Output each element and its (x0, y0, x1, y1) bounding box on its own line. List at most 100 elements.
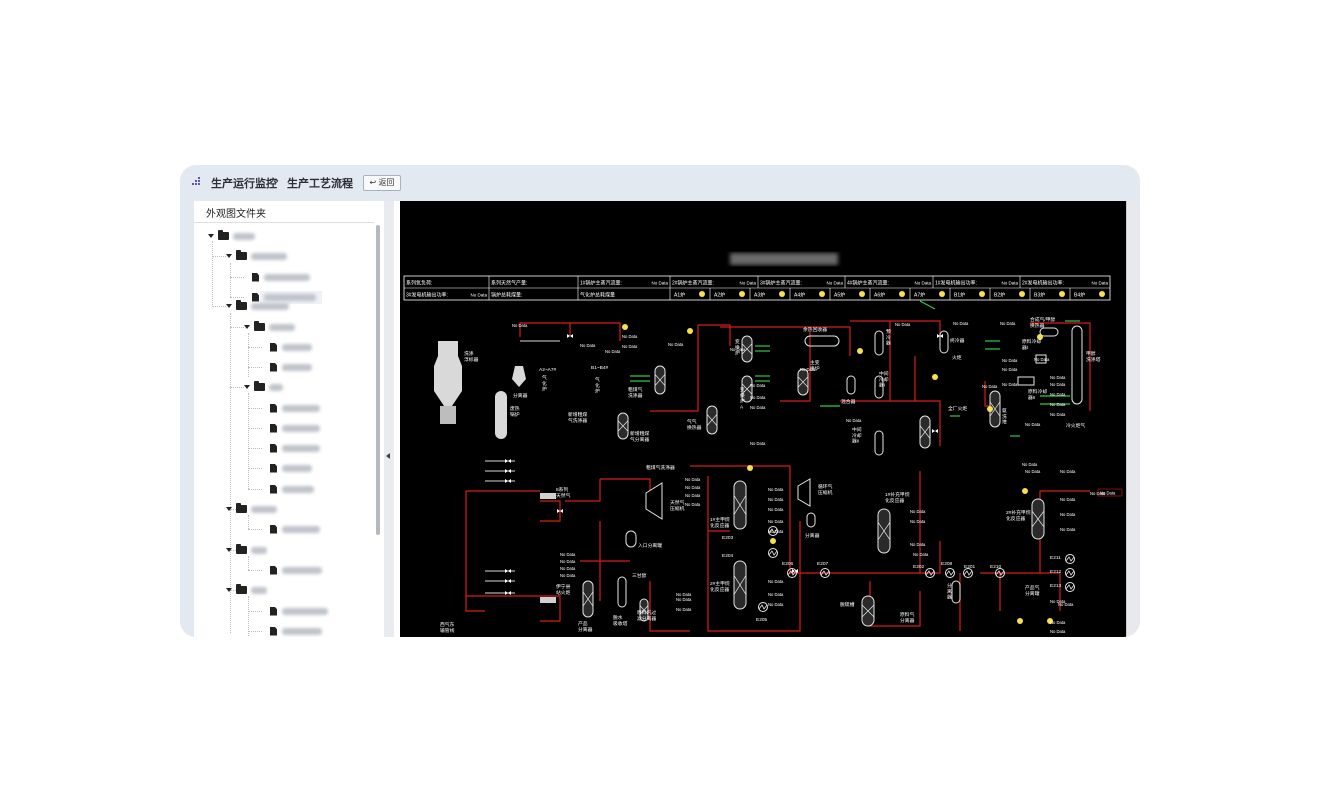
status-label: 2#发电机输出功率: (1022, 280, 1064, 287)
status-value: No Data (739, 281, 756, 286)
tree-folder[interactable] (208, 229, 255, 243)
tree-folder[interactable] (244, 380, 283, 394)
label-line: A1炉 (674, 292, 685, 299)
label-line: No Data (910, 509, 926, 514)
label-line: 压缩机 (818, 489, 833, 496)
collapse-arrow-icon[interactable] (386, 453, 390, 459)
tree-file[interactable] (270, 340, 312, 354)
pipe-red (600, 478, 651, 491)
tree-file[interactable] (252, 270, 310, 284)
back-button[interactable]: ↩ 返回 (363, 175, 401, 191)
no-data-label: No Data (622, 334, 638, 339)
label-line: No Data (685, 502, 701, 507)
label-e205: E205 (756, 617, 768, 623)
label-line: 原料气过 (637, 609, 656, 616)
no-data-label: No Data (768, 519, 784, 524)
no-data-label: No Data (676, 597, 692, 602)
status-label: 1#发电机输出功率: (935, 280, 977, 287)
breadcrumb-root[interactable]: 生产运行监控 (211, 175, 277, 191)
label-line: No Data (910, 519, 926, 524)
label-line: 炉 (595, 388, 600, 395)
label-line: No Data (622, 334, 638, 339)
label-line: 混合器 (841, 398, 856, 405)
exchanger-coil (1065, 570, 1075, 576)
divider (194, 222, 374, 223)
methanol-wash-tower (1071, 325, 1083, 405)
tree-file[interactable] (270, 482, 314, 496)
heat-exchanger-e208 (945, 568, 955, 578)
no-data-label: No Data (750, 395, 766, 400)
tree-file[interactable] (270, 421, 320, 435)
label-torch: 火炬 (952, 354, 962, 361)
label-separator-tank: 入口分离罐 (638, 542, 662, 549)
label-line: No Data (768, 519, 784, 524)
label-west-east: 西气东输管线 (440, 621, 455, 634)
no-data-label: No Data (895, 322, 911, 327)
no-data-label: No Data (1060, 512, 1076, 517)
tree-scrollbar-thumb[interactable] (376, 225, 380, 535)
label-line: 器II (852, 439, 859, 445)
tree-file[interactable] (270, 360, 312, 374)
file-icon (270, 565, 277, 575)
tree-folder[interactable] (226, 502, 277, 516)
label-line: No Data (750, 405, 766, 410)
tree-file[interactable] (270, 522, 320, 536)
no-data-label: No Data (1034, 357, 1050, 362)
diagram-scrollbar[interactable] (1126, 201, 1140, 637)
valve-icon (505, 569, 511, 573)
tree-file[interactable] (270, 401, 320, 415)
status-indicator-icon (779, 291, 785, 297)
no-data-label: No Data (1050, 629, 1066, 634)
no-data-label: No Data (910, 519, 926, 524)
label-line: E204 (722, 553, 734, 559)
no-data-label: No Data (685, 485, 701, 490)
folder-tree (194, 227, 376, 637)
tree-file[interactable] (270, 624, 322, 637)
status-label: 3#发电机输出功率: (406, 292, 448, 299)
label-line: No Data (1025, 422, 1041, 427)
heat-exchanger-e204 (768, 548, 778, 558)
no-data-label: No Data (768, 579, 784, 584)
status-label: 1#锅炉主蒸汽流量: (580, 280, 622, 287)
tree-file[interactable] (270, 441, 320, 455)
tree-folder[interactable] (244, 320, 295, 334)
no-data-label: No Data (560, 566, 576, 571)
label-line: 分离罐 (1025, 590, 1040, 597)
label-line: 换热器 (1030, 322, 1045, 329)
status-indicator-icon (1099, 291, 1105, 297)
indicator-label: A5炉 (834, 292, 845, 299)
label-line: E208 (941, 561, 953, 567)
main-transformer (797, 368, 809, 396)
tree-folder[interactable] (226, 543, 267, 557)
label-feed-cooler-ii: 原料冷却器II (1028, 388, 1047, 401)
label-line: A4炉 (794, 292, 805, 299)
label-line: 离 (947, 588, 952, 595)
tree-folder[interactable] (226, 583, 267, 597)
caret-down-icon (226, 588, 232, 592)
label-line: No Data (685, 485, 701, 490)
no-data-label: No Data (910, 509, 926, 514)
torch-header (540, 597, 556, 603)
panel-splitter[interactable] (384, 201, 394, 637)
menu-icon[interactable] (192, 177, 202, 187)
no-data-label: No Data (560, 559, 576, 564)
label-new-crude-sep: 新增粗煤气分离器 (630, 430, 649, 443)
label-recycle-comp: 循环气压缩机 (818, 483, 833, 496)
label-line: E203 (722, 535, 734, 541)
file-icon (252, 272, 259, 282)
label-line: 化 (542, 380, 547, 387)
label-line: 分离器 (805, 532, 820, 539)
tree-folder[interactable] (226, 299, 289, 313)
label-line: No Data (1050, 629, 1066, 634)
label-deoxy: 脱硫槽 (840, 601, 855, 608)
file-icon (270, 423, 277, 433)
indicator-label: A1炉 (674, 292, 685, 299)
no-data-label: No Data (982, 384, 998, 389)
pre-cooler (874, 330, 884, 356)
tree-folder[interactable] (226, 249, 287, 263)
label-line: 4#锅炉主蒸汽流量: (847, 280, 889, 287)
tree-file[interactable] (270, 461, 312, 475)
valve-icon (505, 579, 511, 583)
tree-file[interactable] (270, 563, 322, 577)
tree-file[interactable] (270, 604, 328, 618)
